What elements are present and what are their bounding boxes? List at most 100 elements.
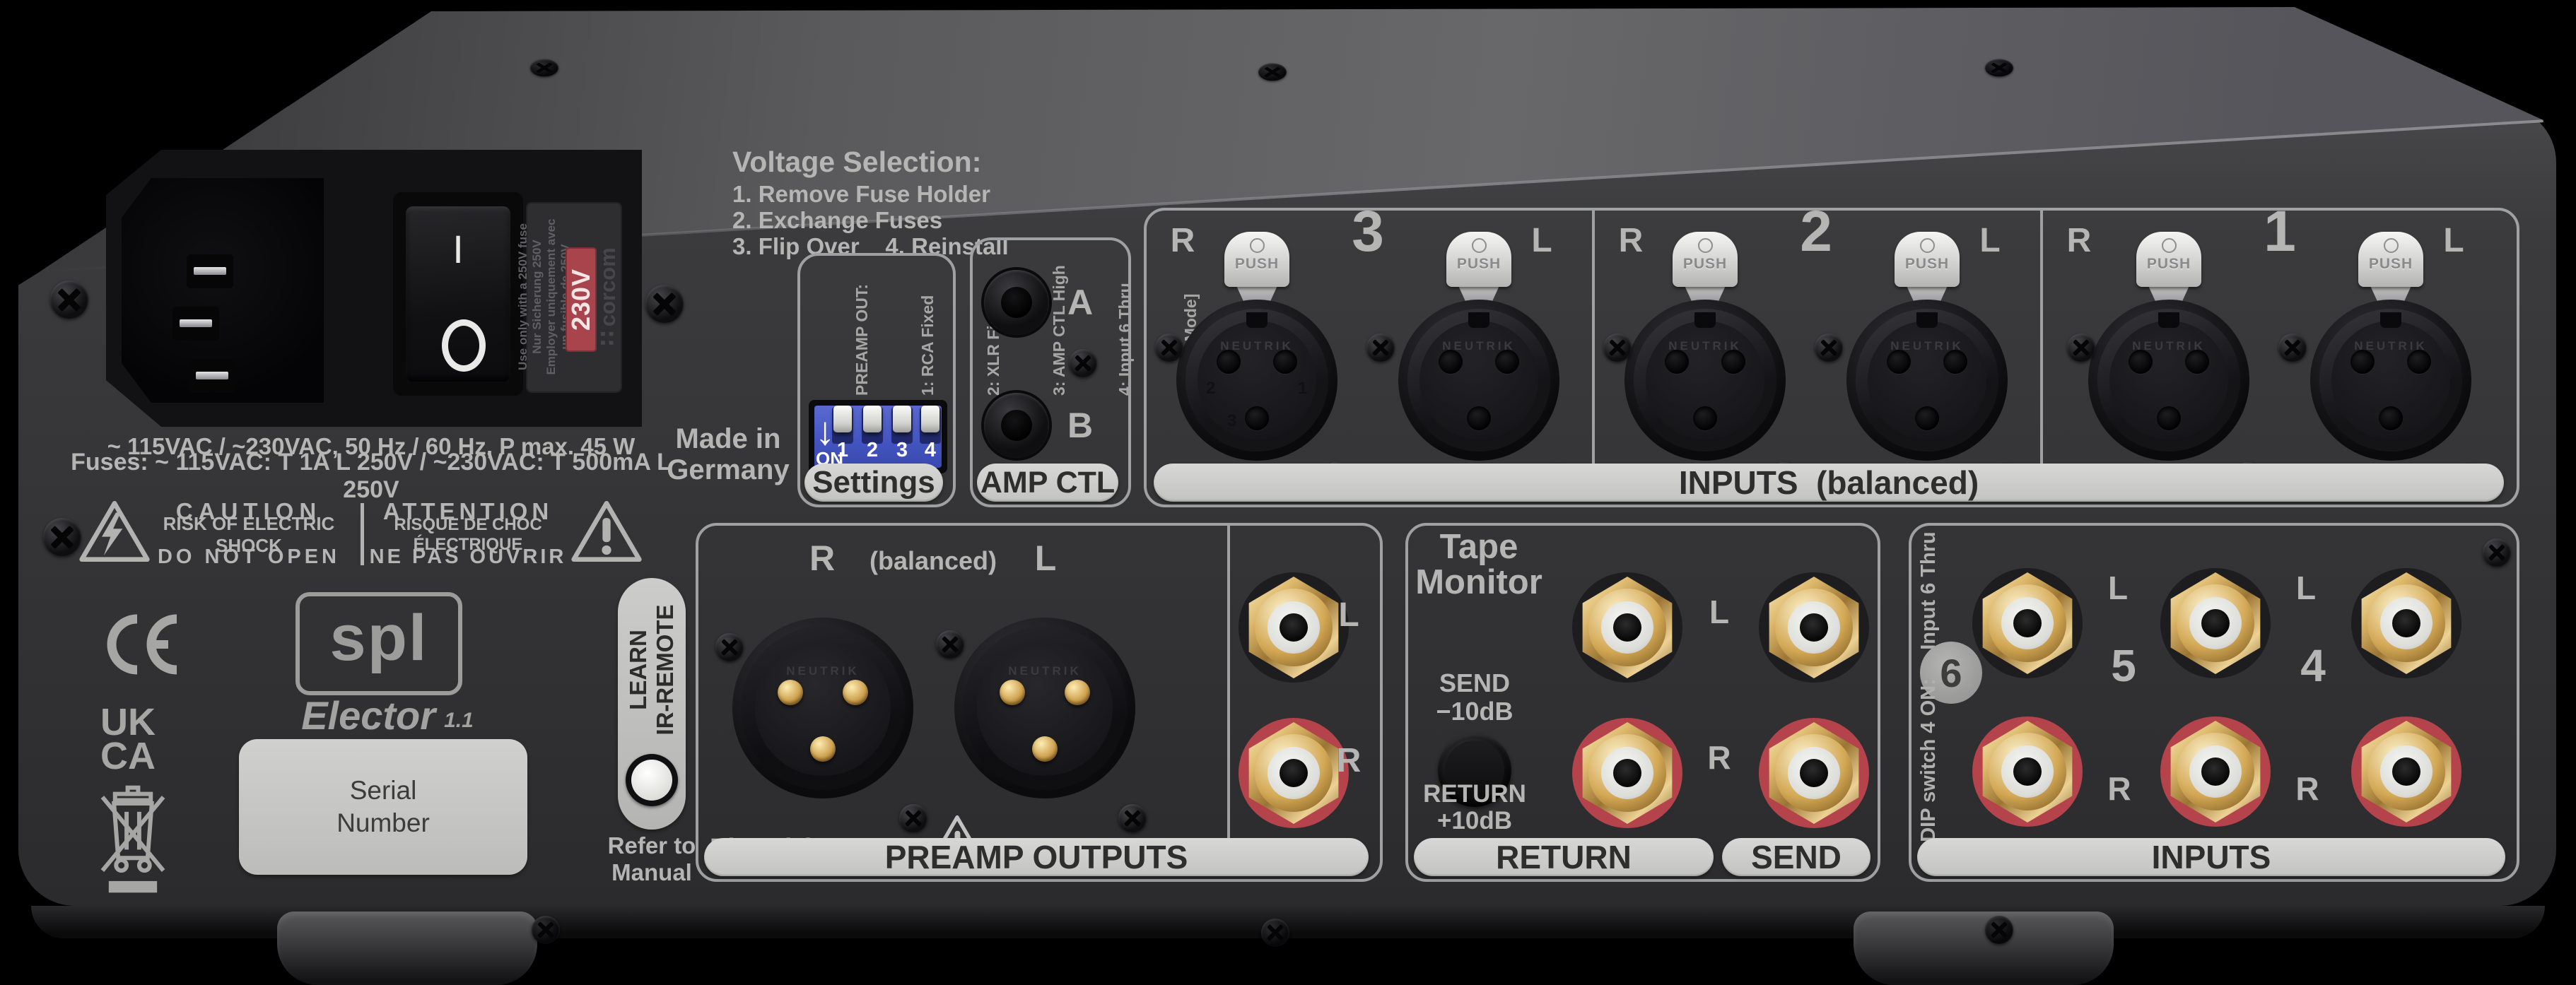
serial-number-plate: Serial Number <box>239 739 527 875</box>
inputs-row-l-label: L <box>2285 570 2327 606</box>
xlr-input-1-right[interactable]: NEUTRIK <box>2088 300 2249 461</box>
dip-switch-2[interactable] <box>863 406 882 432</box>
rca-input-6-left[interactable] <box>1969 565 2085 681</box>
rca-out-r-label: R <box>1328 742 1370 779</box>
dip-number: 3 <box>891 438 913 462</box>
dip-switch-3[interactable] <box>893 406 911 432</box>
settings-bar: Settings <box>804 464 943 502</box>
section-divider <box>1227 526 1230 873</box>
xlr-input-3-left[interactable]: NEUTRIK <box>1398 300 1559 461</box>
tape-send-line2: −10dB <box>1421 697 1528 726</box>
made-in-line2: Germany <box>657 454 799 486</box>
neutrik-logo-icon <box>1250 238 1265 253</box>
screw-icon <box>1603 334 1632 362</box>
rca-input-4-right[interactable] <box>2348 714 2464 830</box>
rca-out-l-label: L <box>1328 596 1370 633</box>
spl-logo: spl <box>295 592 462 695</box>
learn-ir-remote-label: LEARN IR-REMOTE <box>622 564 681 776</box>
inputs-row-l-label: L <box>2097 570 2139 606</box>
neutrik-logo-icon <box>2162 238 2177 253</box>
voltage-selection-step: 2. Exchange Fuses <box>732 207 942 233</box>
voltage-selection-step: 1. Remove Fuse Holder <box>732 181 990 207</box>
tape-send-bar: SEND <box>1722 838 1870 876</box>
screw-icon <box>1985 916 2013 944</box>
screw-icon <box>2483 538 2511 567</box>
voltage-selection-title: Voltage Selection: <box>732 146 981 179</box>
screw-icon <box>1155 334 1183 362</box>
tape-title-line1: Tape <box>1408 529 1550 565</box>
input3-right-label: R <box>1158 220 1207 260</box>
chassis-foot <box>1854 912 2114 985</box>
xlr-push-tab[interactable]: PUSH <box>1224 232 1289 287</box>
dip-number: 2 <box>862 438 883 462</box>
tape-return-line2: +10dB <box>1414 807 1535 835</box>
inputs-row-r-label: R <box>2286 770 2329 807</box>
tape-return-bar: RETURN <box>1414 838 1714 876</box>
preamp-balanced-note: (balanced) <box>877 545 990 577</box>
xlr-input-3-right[interactable]: NEUTRIK 2 1 3 <box>1176 300 1337 461</box>
xlr-output-left[interactable]: NEUTRIK <box>954 618 1135 798</box>
neutrik-logo-icon <box>1920 238 1935 253</box>
attention-line2: NE PAS OUVRIR <box>369 545 567 568</box>
screw-icon <box>532 916 560 944</box>
screw-icon <box>899 804 927 832</box>
input6-thru-note: Input 6 Thru <box>1916 520 1941 661</box>
xlr-input-2-right[interactable]: NEUTRIK <box>1624 300 1786 461</box>
rca-tape-return-right[interactable] <box>1569 715 1685 831</box>
tape-row-l-label: L <box>1698 594 1740 630</box>
refer-to-manual-line2: Manual <box>595 859 708 886</box>
fuse-note: Use only with a 250V fuse Nur Sicherung … <box>516 212 573 382</box>
iec-pin <box>187 254 233 288</box>
xlr-output-right[interactable]: NEUTRIK <box>732 618 913 798</box>
rca-input-6-right[interactable] <box>1969 714 2085 830</box>
xlr-push-tab[interactable]: PUSH <box>2136 232 2201 287</box>
rca-tape-send-right[interactable] <box>1756 715 1872 831</box>
rca-tape-send-left[interactable] <box>1756 570 1872 685</box>
screw-icon <box>50 281 88 319</box>
xlr-push-tab[interactable]: PUSH <box>1446 232 1511 287</box>
input2-number: 2 <box>1781 199 1851 264</box>
rca-tape-return-left[interactable] <box>1569 570 1685 685</box>
xlr-push-tab[interactable]: PUSH <box>1895 232 1960 287</box>
amp-ctl-jack-a[interactable] <box>984 270 1049 335</box>
power-off-glyph <box>442 319 486 372</box>
dip-switch-1[interactable] <box>833 406 852 432</box>
xlr-input-1-left[interactable]: NEUTRIK <box>2310 300 2471 461</box>
screw-icon <box>1261 919 1289 947</box>
xlr-push-tab[interactable]: PUSH <box>2358 232 2423 287</box>
rear-panel: I Use only with a 250V fuse Nur Sicherun… <box>0 0 2576 985</box>
screw-icon <box>2278 334 2307 362</box>
section-divider <box>2040 211 2043 499</box>
xlr-input-2-left[interactable]: NEUTRIK <box>1846 300 2008 461</box>
input5-number: 5 <box>2101 640 2146 691</box>
xlr-push-tab[interactable]: PUSH <box>1673 232 1738 287</box>
tape-send-line1: SEND <box>1421 668 1528 698</box>
rca-input-5-right[interactable] <box>2158 714 2273 830</box>
chassis-foot <box>277 912 537 985</box>
tape-title-line2: Monitor <box>1408 564 1550 601</box>
input3-left-label: L <box>1517 220 1567 260</box>
refer-to-manual-line1: Refer to <box>595 832 708 859</box>
rca-input-4-left[interactable] <box>2348 565 2464 681</box>
input2-right-label: R <box>1606 220 1656 260</box>
ce-mark-icon <box>106 613 181 676</box>
rca-input-5-left[interactable] <box>2158 565 2273 681</box>
screw-icon <box>1815 334 1843 362</box>
preamp-outputs-bar: PREAMP OUTPUTS <box>704 838 1369 876</box>
ukca-mark: UK CA <box>100 705 156 773</box>
learn-ir-remote-button[interactable] <box>626 754 678 806</box>
balanced-inputs-bar: INPUTS (balanced) <box>1154 464 2504 502</box>
iec-pin <box>189 359 235 393</box>
weee-bin-icon <box>96 780 170 896</box>
dip-switch-4[interactable] <box>921 406 939 432</box>
amp-ctl-b-label: B <box>1058 407 1103 444</box>
model-name: Elector 1.1 <box>288 694 486 736</box>
screw-icon <box>1366 334 1395 362</box>
amp-ctl-jack-b[interactable] <box>984 393 1049 458</box>
input1-number: 1 <box>2244 199 2315 264</box>
screw-icon <box>1118 804 1147 832</box>
screw-icon <box>1258 64 1287 81</box>
amp-ctl-a-label: A <box>1058 284 1103 321</box>
input3-number: 3 <box>1333 199 1403 264</box>
line-inputs-bar: INPUTS <box>1917 838 2505 876</box>
